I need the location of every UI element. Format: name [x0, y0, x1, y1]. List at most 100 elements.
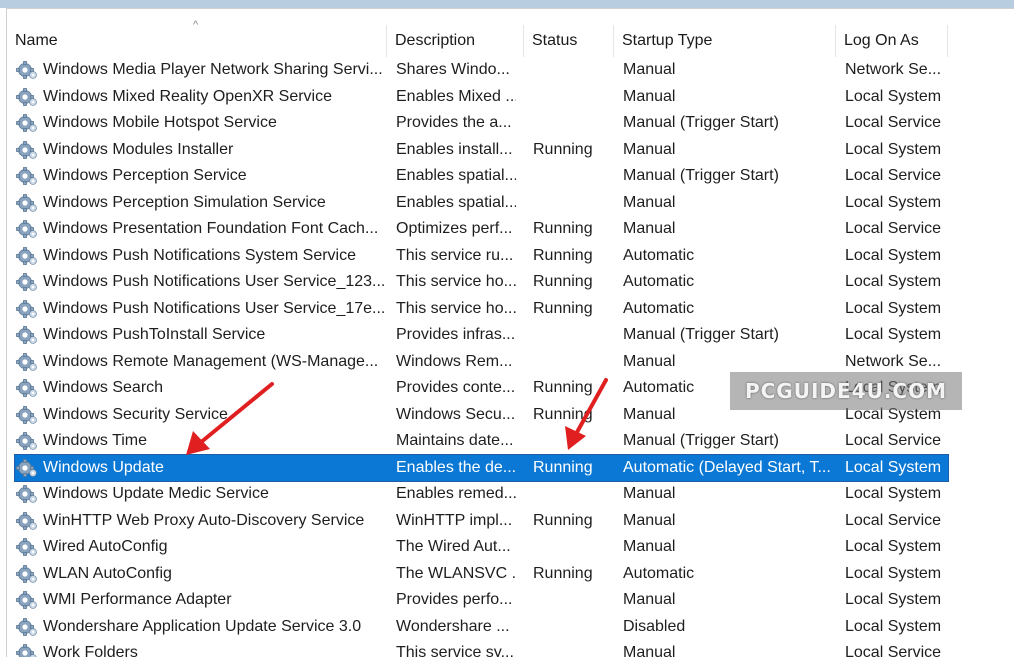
service-row[interactable]: Windows Remote Management (WS-Manage... W…: [15, 349, 948, 375]
service-status: [533, 322, 603, 348]
service-description: Provides infras...: [396, 326, 516, 343]
service-row-selected[interactable]: Windows Update Enables the de... Running Au…: [14, 453, 949, 482]
service-gear-icon: [16, 511, 38, 531]
service-description: Optimizes perf...: [396, 220, 513, 237]
service-status: Running: [533, 273, 593, 290]
service-gear-icon: [16, 590, 38, 610]
column-header-log-on-as[interactable]: Log On As: [836, 25, 948, 57]
service-startup-type: Manual: [623, 61, 676, 78]
column-header-name[interactable]: Name ^: [7, 19, 387, 57]
column-header-name-label: Name: [15, 32, 58, 49]
column-header-log-on-as-label: Log On As: [844, 32, 919, 49]
services-list-view: Name ^ Description Status Startup Type L…: [6, 8, 1014, 657]
service-gear-icon: [16, 378, 38, 398]
service-status: [533, 640, 603, 657]
service-name: Windows Perception Service: [43, 167, 247, 184]
service-status: [533, 587, 603, 613]
service-row[interactable]: Wondershare Application Update Service 3…: [15, 614, 948, 640]
service-name: WLAN AutoConfig: [43, 564, 172, 582]
service-log-on-as: Local Service: [845, 644, 942, 657]
service-row[interactable]: WLAN AutoConfig The WLANSVC ... Running Aut…: [15, 561, 948, 587]
service-name: Wondershare Application Update Service 3…: [43, 617, 362, 635]
service-gear-icon: [16, 352, 38, 372]
service-startup-type: Disabled: [623, 617, 686, 635]
column-header-status-label: Status: [532, 32, 578, 49]
service-gear-icon: [16, 246, 38, 266]
service-status: Running: [533, 458, 593, 476]
window-top-strip: [0, 0, 1014, 8]
service-row[interactable]: WMI Performance Adapter Provides perfo...…: [15, 587, 948, 613]
service-gear-icon: [16, 87, 38, 107]
service-gear-icon: [16, 193, 38, 213]
service-row[interactable]: Windows Time Maintains date... Manual (Tri…: [15, 428, 948, 454]
service-status: [533, 84, 603, 110]
service-row[interactable]: Windows Perception Simulation Service Ena…: [15, 190, 948, 216]
service-startup-type: Automatic: [623, 273, 695, 290]
service-row[interactable]: Windows Media Player Network Sharing Ser…: [15, 57, 948, 83]
service-description: Enables the de...: [396, 458, 516, 476]
service-row[interactable]: Windows Modules Installer Enables install…: [15, 137, 948, 163]
service-name: Windows Remote Management (WS-Manage...: [43, 352, 379, 370]
service-row[interactable]: Windows Update Medic Service Enables reme…: [15, 481, 948, 507]
service-description: Provides perfo...: [396, 591, 513, 608]
service-log-on-as: Local System: [845, 617, 942, 635]
service-name: Windows Media Player Network Sharing Ser…: [43, 61, 383, 78]
column-header-startup-type[interactable]: Startup Type: [614, 25, 836, 57]
service-status: [533, 614, 603, 640]
service-status: [533, 481, 603, 507]
service-gear-icon: [16, 140, 38, 160]
service-name: Windows Mobile Hotspot Service: [43, 114, 277, 131]
service-status: Running: [533, 220, 593, 237]
service-status: Running: [533, 564, 593, 582]
service-description: Enables Mixed ...: [396, 87, 516, 105]
service-startup-type: Manual: [623, 485, 676, 502]
service-description: This service ho...: [396, 273, 516, 290]
service-gear-icon: [16, 564, 38, 584]
service-row[interactable]: Windows Mixed Reality OpenXR Service Enab…: [15, 84, 948, 110]
service-log-on-as: Local System: [845, 485, 942, 502]
service-gear-icon: [16, 166, 38, 186]
service-row[interactable]: Windows Push Notifications User Service_…: [15, 296, 948, 322]
service-startup-type: Automatic: [623, 299, 695, 317]
service-gear-icon: [16, 325, 38, 345]
service-log-on-as: Local System: [845, 591, 942, 608]
service-status: Running: [533, 511, 593, 529]
service-log-on-as: Network Se...: [845, 61, 942, 78]
service-row[interactable]: Windows Push Notifications System Servic…: [15, 243, 948, 269]
service-description: This service sy...: [396, 644, 514, 657]
service-log-on-as: Local Service: [845, 167, 942, 184]
service-row[interactable]: Wired AutoConfig The Wired Aut... Manual Lo…: [15, 534, 948, 560]
service-log-on-as: Local System: [845, 538, 942, 555]
service-log-on-as: Local System: [845, 458, 942, 476]
service-gear-icon: [16, 113, 38, 133]
service-row[interactable]: Work Folders This service sy... Manual Loca…: [15, 640, 948, 657]
service-log-on-as: Local Service: [845, 432, 942, 449]
service-gear-icon: [16, 617, 38, 637]
service-log-on-as: Local Service: [845, 511, 942, 529]
service-status: [533, 163, 603, 189]
service-row[interactable]: Windows Perception Service Enables spatia…: [15, 163, 948, 189]
service-row[interactable]: WinHTTP Web Proxy Auto-Discovery Service…: [15, 508, 948, 534]
service-log-on-as: Local System: [845, 564, 942, 582]
service-status: [533, 110, 603, 136]
service-gear-icon: [16, 405, 38, 425]
column-header-status[interactable]: Status: [524, 25, 614, 57]
service-row[interactable]: Windows Mobile Hotspot Service Provides t…: [15, 110, 948, 136]
service-description: Shares Windo...: [396, 61, 510, 78]
service-startup-type: Manual: [623, 538, 676, 555]
service-startup-type: Manual (Trigger Start): [623, 326, 779, 343]
service-name: Windows Push Notifications User Service_…: [43, 299, 386, 317]
service-description: Provides conte...: [396, 379, 516, 396]
service-row[interactable]: Windows Presentation Foundation Font Cac…: [15, 216, 948, 242]
service-startup-type: Manual: [623, 220, 676, 237]
service-gear-icon: [16, 484, 38, 504]
column-header-description[interactable]: Description: [387, 25, 524, 57]
service-name: WinHTTP Web Proxy Auto-Discovery Service: [43, 511, 365, 529]
service-description: Enables remed...: [396, 485, 516, 502]
service-row[interactable]: Windows Push Notifications User Service_…: [15, 269, 948, 295]
service-name: Windows Perception Simulation Service: [43, 193, 326, 211]
service-name: Windows Modules Installer: [43, 140, 234, 158]
service-row[interactable]: Windows PushToInstall Service Provides in…: [15, 322, 948, 348]
service-status: Running: [533, 299, 593, 317]
service-startup-type: Manual: [623, 644, 676, 657]
